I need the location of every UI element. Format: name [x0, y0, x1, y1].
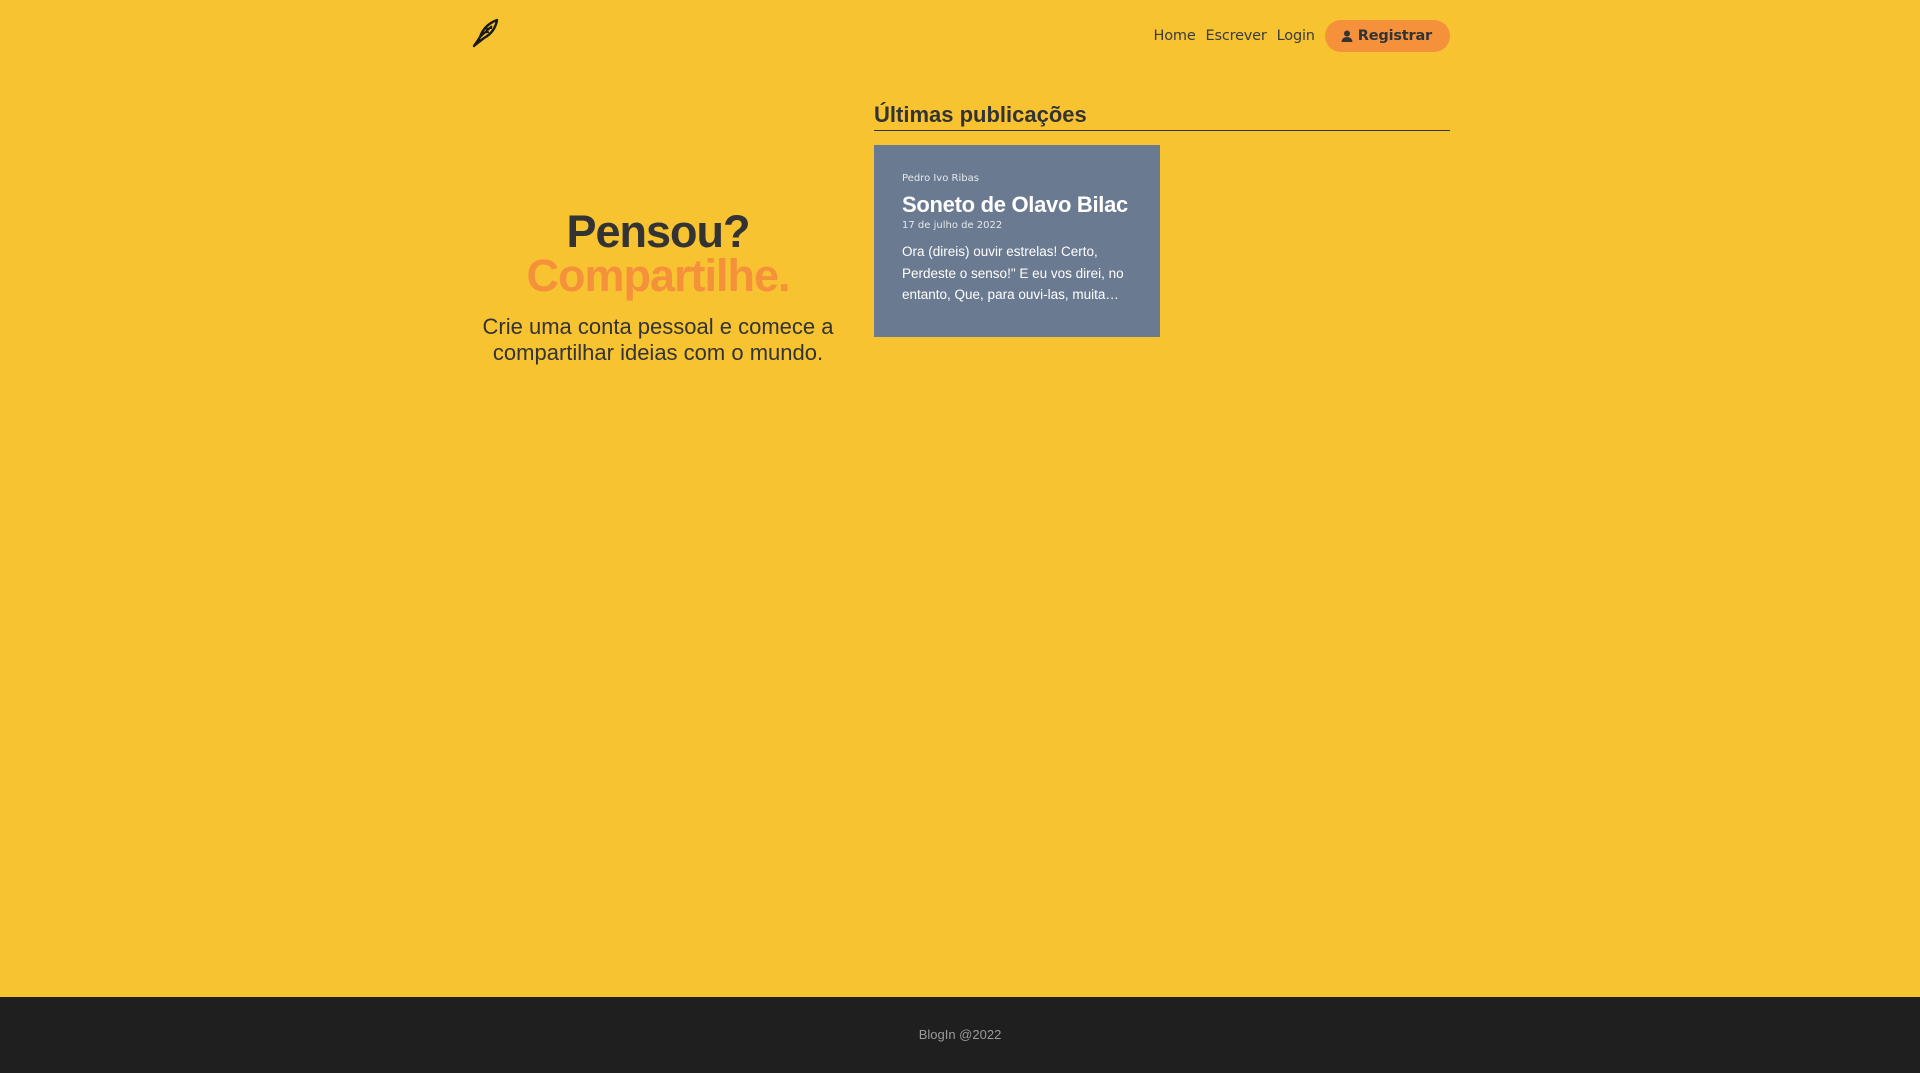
nav-link-home[interactable]: Home — [1154, 28, 1196, 44]
latest-posts: Últimas publicações Pedro Ivo Ribas Sone… — [874, 100, 1450, 337]
page: Home Escrever Login Registrar Pensou? Co… — [0, 0, 1920, 1073]
post-author: Pedro Ivo Ribas — [902, 173, 979, 184]
hero-heading-accent: Compartilhe. — [526, 250, 790, 301]
footer: BlogIn @2022 — [0, 997, 1920, 1073]
latest-posts-title: Últimas publicações — [874, 100, 1450, 131]
hero: Pensou? Compartilhe. Crie uma conta pess… — [470, 206, 846, 366]
navbar: Home Escrever Login Registrar — [470, 0, 1450, 70]
user-icon — [1341, 30, 1353, 42]
post-title[interactable]: Soneto de Olavo Bilac — [902, 192, 1132, 218]
nav-links: Home Escrever Login Registrar — [1154, 20, 1450, 52]
quill-feather-icon[interactable] — [470, 16, 502, 48]
hero-heading: Pensou? — [566, 206, 750, 257]
register-label: Registrar — [1357, 28, 1432, 44]
post-date: 17 de julho de 2022 — [902, 220, 1003, 231]
hero-subtitle: Crie uma conta pessoal e comece a compar… — [482, 314, 834, 365]
post-card[interactable]: Pedro Ivo Ribas Soneto de Olavo Bilac 17… — [874, 145, 1160, 337]
post-excerpt: Ora (direis) ouvir estrelas! Certo, Perd… — [902, 244, 1124, 302]
footer-text: BlogIn @2022 — [918, 1027, 1002, 1042]
register-button[interactable]: Registrar — [1324, 20, 1450, 52]
nav-link-escrever[interactable]: Escrever — [1206, 28, 1267, 44]
nav-link-login[interactable]: Login — [1277, 28, 1315, 44]
